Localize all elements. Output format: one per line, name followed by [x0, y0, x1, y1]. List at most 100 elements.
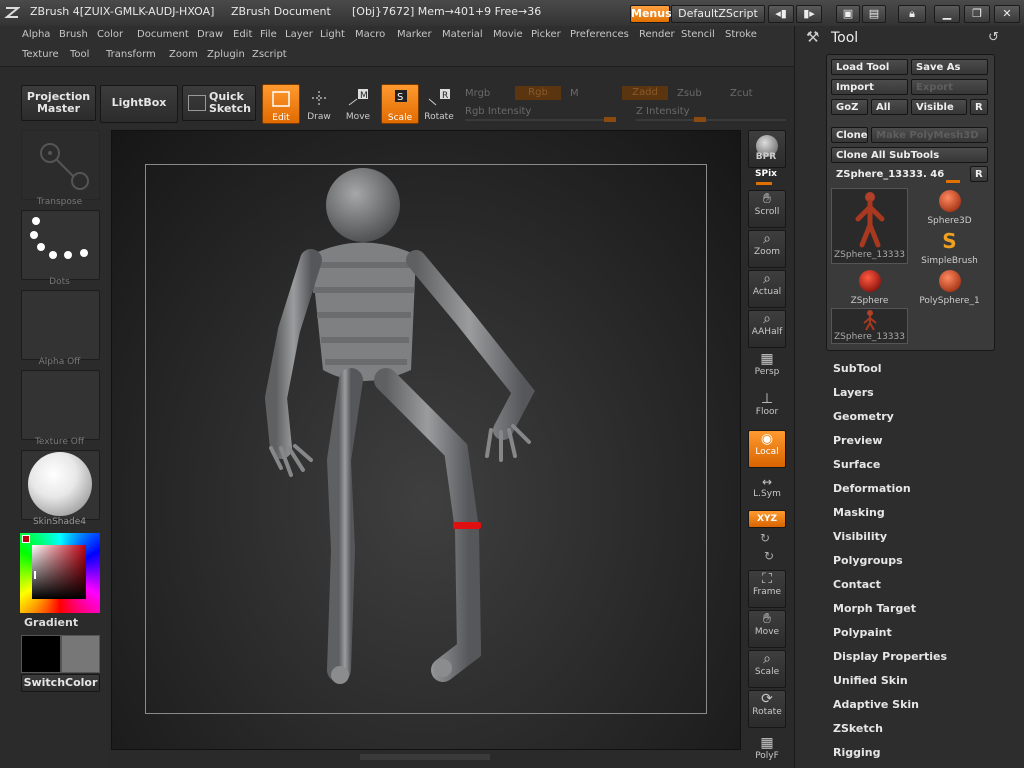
scale-tool-button[interactable]: S Scale [381, 84, 419, 124]
scale-view-button[interactable]: ⌕ Scale [748, 650, 786, 688]
tool-thumb-zsphere-figure-2[interactable]: ZSphere_13333 [831, 308, 908, 344]
menu-alpha[interactable]: Alpha [22, 29, 50, 40]
texture-button[interactable] [21, 370, 100, 440]
load-tool-button[interactable]: Load Tool [831, 59, 908, 75]
alpha-button[interactable] [21, 290, 100, 360]
subpalette-masking[interactable]: Masking [833, 506, 885, 519]
subpalette-morph-target[interactable]: Morph Target [833, 602, 916, 615]
save-as-button[interactable]: Save As [911, 59, 988, 75]
menu-light[interactable]: Light [320, 29, 345, 40]
secondary-color-swatch[interactable] [61, 635, 100, 673]
zadd-button[interactable]: Zadd [622, 86, 668, 100]
rotate-tool-button[interactable]: R Rotate [421, 84, 457, 122]
reset-icon[interactable]: ↺ [988, 30, 999, 45]
lightbox-button[interactable]: LightBox [100, 85, 178, 123]
rgb-intensity-handle[interactable] [604, 117, 616, 122]
tool-thumb-zsphere[interactable]: ZSphere [831, 268, 908, 306]
subpalette-deformation[interactable]: Deformation [833, 482, 911, 495]
bpr-button[interactable] [748, 130, 786, 168]
minimize-icon[interactable]: ▁ [934, 5, 960, 23]
menu-edit[interactable]: Edit [233, 29, 252, 40]
menu-zscript[interactable]: Zscript [252, 49, 287, 60]
menu-file[interactable]: File [260, 29, 277, 40]
rotate-y-icon[interactable]: ↻ [760, 531, 770, 545]
menu-color[interactable]: Color [97, 29, 123, 40]
menu-stroke[interactable]: Stroke [725, 29, 757, 40]
actual-button[interactable]: ⌕ Actual [748, 270, 786, 308]
persp-button[interactable]: ▦ Persp [748, 350, 786, 388]
tool-palette-title[interactable]: Tool [831, 30, 858, 46]
layout-alt-icon[interactable]: ▤ [862, 5, 886, 23]
transpose-button[interactable] [21, 130, 100, 200]
subpalette-contact[interactable]: Contact [833, 578, 881, 591]
rotate-view-button[interactable]: ⟳ Rotate [748, 690, 786, 728]
close-icon[interactable]: ✕ [994, 5, 1020, 23]
menus-button[interactable]: Menus [630, 5, 672, 23]
menu-texture[interactable]: Texture [22, 49, 59, 60]
subpalette-polygroups[interactable]: Polygroups [833, 554, 903, 567]
draw-tool-button[interactable]: Draw [301, 84, 337, 122]
tool-thumb-zsphere-figure[interactable]: ZSphere_13333 [831, 188, 908, 264]
zsphere-figure-model[interactable] [111, 130, 739, 748]
rgb-intensity-slider[interactable]: Rgb Intensity [465, 106, 531, 117]
make-polymesh3d-button[interactable]: Make PolyMesh3D [871, 127, 988, 143]
spix-label[interactable]: SPix [748, 169, 784, 179]
tool-thumb-sphere3d[interactable]: Sphere3D [911, 188, 988, 226]
projection-master-button[interactable]: Projection Master [21, 85, 96, 121]
menu-draw[interactable]: Draw [197, 29, 223, 40]
mrgb-button[interactable]: Mrgb [465, 88, 490, 99]
main-color-swatch[interactable] [21, 635, 61, 673]
rgb-button[interactable]: Rgb [515, 86, 561, 100]
menu-layer[interactable]: Layer [285, 29, 313, 40]
menu-preferences[interactable]: Preferences [570, 29, 629, 40]
gradient-label[interactable]: Gradient [24, 616, 78, 629]
menu-document[interactable]: Document [137, 29, 189, 40]
menu-marker[interactable]: Marker [397, 29, 432, 40]
menu-macro[interactable]: Macro [355, 29, 385, 40]
local-button[interactable]: ◉ Local [748, 430, 786, 468]
floor-button[interactable]: ⊥ Floor [748, 390, 786, 428]
subpalette-surface[interactable]: Surface [833, 458, 880, 471]
zsub-button[interactable]: Zsub [677, 88, 702, 99]
scroll-left-icon[interactable]: ◂▮ [768, 5, 794, 23]
menu-material[interactable]: Material [442, 29, 483, 40]
zcut-button[interactable]: Zcut [730, 88, 753, 99]
layout-icon[interactable]: ▣ [836, 5, 860, 23]
lsym-button[interactable]: ↔ L.Sym [748, 474, 786, 512]
goz-r-button[interactable]: R [970, 99, 988, 115]
default-zscript-button[interactable]: DefaultZScript [671, 5, 765, 23]
spix-slider[interactable] [756, 182, 772, 185]
zoom-button[interactable]: ⌕ Zoom [748, 230, 786, 268]
scroll-right-icon[interactable]: ▮▸ [796, 5, 822, 23]
menu-brush[interactable]: Brush [59, 29, 88, 40]
export-button[interactable]: Export [911, 79, 988, 95]
frame-button[interactable]: ⛶ Frame [748, 570, 786, 608]
switch-color-button[interactable]: SwitchColor [21, 674, 100, 692]
xyz-button[interactable]: XYZ [748, 510, 786, 528]
menu-render[interactable]: Render [639, 29, 675, 40]
quick-sketch-button[interactable]: Quick Sketch [182, 85, 256, 121]
goz-all-button[interactable]: All [871, 99, 908, 115]
color-picker-square[interactable] [32, 545, 86, 599]
polyf-button[interactable]: ▦ PolyF [748, 734, 786, 768]
restore-icon[interactable]: ❐ [964, 5, 990, 23]
subpalette-rigging[interactable]: Rigging [833, 746, 880, 759]
scroll-button[interactable]: ✋︎ Scroll [748, 190, 786, 228]
clone-button[interactable]: Clone [831, 127, 868, 143]
goz-button[interactable]: GoZ [831, 99, 868, 115]
subpalette-display-properties[interactable]: Display Properties [833, 650, 947, 663]
z-intensity-slider[interactable]: Z Intensity [636, 106, 690, 117]
subpalette-unified-skin[interactable]: Unified Skin [833, 674, 908, 687]
m-button[interactable]: M [570, 88, 579, 99]
edit-tool-button[interactable]: Edit [262, 84, 300, 124]
rotate-z-icon[interactable]: ↻ [764, 549, 774, 563]
subpalette-polypaint[interactable]: Polypaint [833, 626, 892, 639]
subpalette-layers[interactable]: Layers [833, 386, 874, 399]
tool-thumb-polysphere[interactable]: PolySphere_1 [911, 268, 988, 306]
move-tool-button[interactable]: M Move [340, 84, 376, 122]
subpalette-preview[interactable]: Preview [833, 434, 883, 447]
menu-movie[interactable]: Movie [493, 29, 523, 40]
current-tool-slider-handle[interactable] [946, 180, 960, 183]
import-button[interactable]: Import [831, 79, 908, 95]
canvas-scrollbar[interactable] [360, 754, 490, 760]
